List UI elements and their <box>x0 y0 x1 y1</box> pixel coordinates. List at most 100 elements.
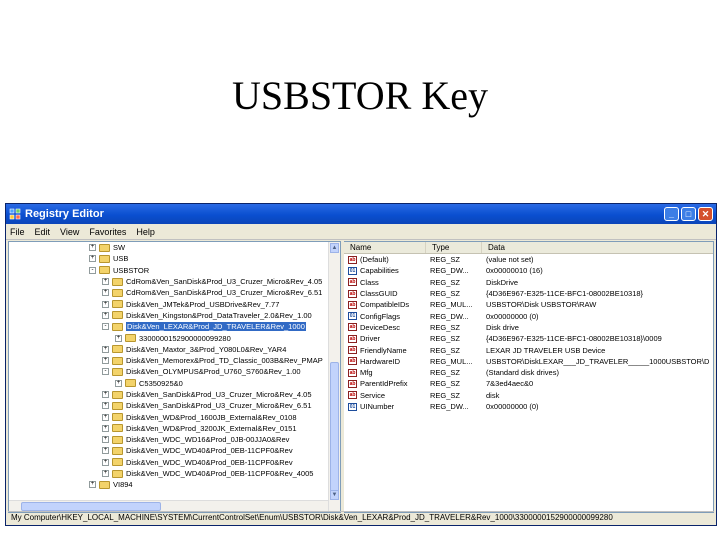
table-row[interactable]: ab ParentIdPrefix REG_SZ 7&3ed4aec&0 <box>344 378 713 389</box>
expand-icon[interactable]: + <box>102 311 109 319</box>
menu-view[interactable]: View <box>60 227 79 237</box>
tree-item[interactable]: - Disk&Ven_OLYMPUS&Prod_U760_S760&Rev_1.0… <box>9 366 328 377</box>
expand-icon[interactable]: + <box>115 379 122 387</box>
table-row[interactable]: ab HardwareID REG_MUL... USBSTOR\DiskLEXAR_… <box>344 356 713 367</box>
collapse-icon[interactable]: - <box>102 323 109 331</box>
table-row[interactable]: ab CompatibleIDs REG_MUL... USBSTOR\Disk US… <box>344 299 713 310</box>
expand-icon[interactable]: + <box>89 481 96 489</box>
table-row[interactable]: 01 ConfigFlags REG_DW... 0x00000000 (0) <box>344 310 713 321</box>
expand-icon[interactable]: + <box>102 345 109 353</box>
scroll-down-arrow[interactable]: ▼ <box>330 490 339 500</box>
tree-item[interactable]: + Disk&Ven_Maxtor_3&Prod_Y080L0&Rev_YAR4 <box>9 344 328 355</box>
expand-icon[interactable]: + <box>89 255 96 263</box>
table-row[interactable]: ab FriendlyName REG_SZ LEXAR JD TRAVELER US… <box>344 344 713 355</box>
value-type-cell: REG_SZ <box>430 322 461 332</box>
tree-item[interactable]: + CdRom&Ven_SanDisk&Prod_U3_Cruzer_Micro&… <box>9 287 328 298</box>
maximize-button[interactable]: □ <box>681 207 696 221</box>
expand-icon[interactable]: + <box>89 244 96 252</box>
folder-icon <box>112 367 123 376</box>
tree-item[interactable]: - USBSTOR <box>9 265 328 276</box>
tree-item[interactable]: + Disk&Ven_Memorex&Prod_TD_Classic_003B&R… <box>9 355 328 366</box>
expand-icon[interactable]: + <box>102 447 109 455</box>
column-type[interactable]: Type <box>426 242 482 253</box>
column-name[interactable]: Name <box>344 242 426 253</box>
table-row[interactable]: 01 Capabilities REG_DW... 0x00000010 (16) <box>344 265 713 276</box>
column-data[interactable]: Data <box>482 242 713 253</box>
expand-icon[interactable]: + <box>102 402 109 410</box>
menu-file[interactable]: File <box>10 227 25 237</box>
tree-item[interactable]: + Disk&Ven_WDC_WD40&Prod_0EB-11CPF0&Rev_4… <box>9 468 328 479</box>
close-button[interactable]: ✕ <box>698 207 713 221</box>
tree-item[interactable]: + USB <box>9 253 328 264</box>
table-row[interactable]: ab ClassGUID REG_SZ {4D36E967-E325-11CE-BFC… <box>344 288 713 299</box>
tree-vertical-scrollbar[interactable]: ▲ ▼ <box>328 242 340 512</box>
tree-item-label: Disk&Ven_Memorex&Prod_TD_Classic_003B&Re… <box>126 356 323 366</box>
tree-hscroll-thumb[interactable] <box>21 502 161 511</box>
string-value-icon: ab <box>348 368 357 377</box>
value-name-cell: ab CompatibleIDs <box>344 300 426 309</box>
expand-icon[interactable]: + <box>102 300 109 308</box>
tree-item[interactable]: + Disk&Ven_WDC_WD40&Prod_0EB-11CPF0&Rev <box>9 445 328 456</box>
value-type-cell: REG_SZ <box>430 390 461 400</box>
table-row[interactable]: ab Service REG_SZ disk <box>344 390 713 401</box>
value-data-cell: USBSTOR\Disk USBSTOR\RAW <box>486 300 597 310</box>
collapse-icon[interactable]: - <box>102 368 109 376</box>
string-value-icon: ab <box>348 391 357 400</box>
expand-icon[interactable]: + <box>115 334 122 342</box>
table-row[interactable]: 01 UINumber REG_DW... 0x00000000 (0) <box>344 401 713 412</box>
expand-icon[interactable]: + <box>102 289 109 297</box>
tree-item[interactable]: + CdRom&Ven_SanDisk&Prod_U3_Cruzer_Micro&… <box>9 276 328 287</box>
table-row[interactable]: ab Class REG_SZ DiskDrive <box>344 277 713 288</box>
tree-rows: + SW + USB - USBSTOR + CdRom&Ven_SanDisk&Prod_U… <box>9 242 328 491</box>
menu-help[interactable]: Help <box>136 227 155 237</box>
tree-item[interactable]: + Disk&Ven_JMTek&Prod_USBDrive&Rev_7.77 <box>9 298 328 309</box>
tree-item-label: CdRom&Ven_SanDisk&Prod_U3_Cruzer_Micro&R… <box>126 288 323 298</box>
folder-icon <box>112 311 123 320</box>
value-data-cell: DiskDrive <box>486 277 519 287</box>
folder-icon <box>112 435 123 444</box>
binary-value-icon: 01 <box>348 266 357 275</box>
tree-item[interactable]: + Disk&Ven_WDC_WD40&Prod_0EB-11CPF0&Rev <box>9 457 328 468</box>
tree-item[interactable]: + C5350925&0 <box>9 378 328 389</box>
expand-icon[interactable]: + <box>102 436 109 444</box>
tree-item[interactable]: + Disk&Ven_SanDisk&Prod_U3_Cruzer_Micro&R… <box>9 389 328 400</box>
tree-item[interactable]: + Disk&Ven_WD&Prod_3200JK_External&Rev_01… <box>9 423 328 434</box>
expand-icon[interactable]: + <box>102 458 109 466</box>
key-tree-pane[interactable]: + SW + USB - USBSTOR + CdRom&Ven_SanDisk&Prod_U… <box>8 241 341 513</box>
expand-icon[interactable]: + <box>102 278 109 286</box>
table-row[interactable]: ab Mfg REG_SZ (Standard disk drives) <box>344 367 713 378</box>
tree-item[interactable]: + Disk&Ven_Kingston&Prod_DataTraveler_2.0… <box>9 310 328 321</box>
value-data-cell: 0x00000000 (0) <box>486 402 539 411</box>
folder-icon <box>99 254 110 263</box>
collapse-icon[interactable]: - <box>89 266 96 274</box>
scroll-up-arrow[interactable]: ▲ <box>330 243 339 253</box>
value-type-cell: REG_SZ <box>430 368 461 378</box>
tree-item-label: C5350925&0 <box>139 378 183 388</box>
value-name-cell: ab HardwareID <box>344 357 426 366</box>
expand-icon[interactable]: + <box>102 413 109 421</box>
expand-icon[interactable]: + <box>102 424 109 432</box>
editor-panes: + SW + USB - USBSTOR + CdRom&Ven_SanDisk&Prod_U… <box>8 241 714 513</box>
tree-item[interactable]: + Disk&Ven_SanDisk&Prod_U3_Cruzer_Micro&R… <box>9 400 328 411</box>
value-type-cell: REG_SZ <box>430 345 461 355</box>
tree-item[interactable]: + Disk&Ven_WDC_WD16&Prod_0JB-00JJA0&Rev <box>9 434 328 445</box>
tree-item[interactable]: +3300000152900000099280 <box>9 332 328 343</box>
tree-item[interactable]: - Disk&Ven_LEXAR&Prod_JD_TRAVELER&Rev_100… <box>9 321 328 332</box>
table-row[interactable]: ab Driver REG_SZ {4D36E967-E325-11CE-BFC1-0… <box>344 333 713 344</box>
menu-edit[interactable]: Edit <box>35 227 51 237</box>
table-row[interactable]: ab DeviceDesc REG_SZ Disk drive <box>344 322 713 333</box>
tree-item[interactable]: + SW <box>9 242 328 253</box>
tree-item[interactable]: + Disk&Ven_WD&Prod_1600JB_External&Rev_01… <box>9 411 328 422</box>
minimize-button[interactable]: _ <box>664 207 679 221</box>
menu-favorites[interactable]: Favorites <box>89 227 126 237</box>
table-row[interactable]: ab (Default) REG_SZ (value not set) <box>344 254 713 265</box>
value-name: FriendlyName <box>360 345 407 355</box>
tree-scroll-thumb[interactable] <box>330 362 339 492</box>
title-bar[interactable]: Registry Editor _ □ ✕ <box>6 204 716 224</box>
expand-icon[interactable]: + <box>102 391 109 398</box>
tree-item-label: CdRom&Ven_SanDisk&Prod_U3_Cruzer_Micro&R… <box>126 277 323 287</box>
tree-item[interactable]: + VI894 <box>9 479 328 490</box>
expand-icon[interactable]: + <box>102 357 109 365</box>
values-pane[interactable]: Name Type Data ab (Default) REG_SZ (value n… <box>344 241 714 513</box>
expand-icon[interactable]: + <box>102 470 109 478</box>
